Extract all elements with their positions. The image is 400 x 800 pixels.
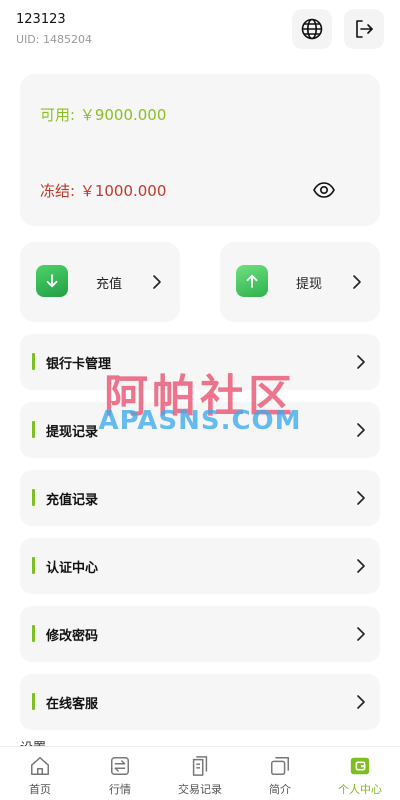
- profile-page: 123123 UID: 1485204 可用: ￥9000.000 冻结: ￥1…: [0, 0, 400, 800]
- menu-accent-bar: [32, 625, 35, 642]
- eye-icon[interactable]: [312, 178, 336, 202]
- recharge-label: 充值: [96, 277, 123, 292]
- home-icon: [31, 757, 49, 775]
- user-uid: UID: 1485204: [16, 33, 92, 46]
- wallet-icon: [350, 757, 370, 775]
- chevron-right-icon: [357, 559, 365, 573]
- nav-label: 首页: [29, 783, 51, 796]
- arrow-up-icon: [236, 265, 268, 297]
- chevron-right-icon: [153, 275, 161, 289]
- nav-label: 个人中心: [338, 783, 382, 796]
- chevron-right-icon: [357, 695, 365, 709]
- nav-intro[interactable]: 简介: [240, 747, 320, 800]
- withdraw-button[interactable]: 提现: [220, 242, 380, 322]
- nav-label: 交易记录: [178, 783, 222, 796]
- chevron-right-icon: [357, 491, 365, 505]
- menu-item-verification[interactable]: 认证中心: [20, 538, 380, 594]
- frozen-balance: 冻结: ￥1000.000: [40, 182, 167, 200]
- recharge-button[interactable]: 充值: [20, 242, 180, 322]
- menu-item-recharge-records[interactable]: 充值记录: [20, 470, 380, 526]
- menu-item-online-support[interactable]: 在线客服: [20, 674, 380, 730]
- copy-icon: [271, 757, 289, 775]
- chevron-right-icon: [357, 627, 365, 641]
- arrow-down-icon: [36, 265, 68, 297]
- menu-accent-bar: [32, 489, 35, 506]
- document-icon: [192, 756, 208, 776]
- nav-market[interactable]: 行情: [80, 747, 160, 800]
- withdraw-label: 提现: [296, 277, 323, 292]
- menu-accent-bar: [32, 557, 35, 574]
- menu-label: 在线客服: [46, 697, 99, 712]
- swap-icon: [111, 757, 129, 775]
- menu-label: 修改密码: [46, 629, 99, 644]
- nav-label: 简介: [269, 783, 291, 796]
- logout-icon: [356, 20, 373, 38]
- bottom-nav: 首页 行情 交易记录 简介 个人中心: [0, 746, 400, 800]
- menu-label: 认证中心: [46, 561, 99, 576]
- menu-label: 充值记录: [46, 493, 99, 508]
- watermark-domain: APASNS.COM: [98, 406, 302, 436]
- nav-home[interactable]: 首页: [0, 747, 80, 800]
- nav-profile[interactable]: 个人中心: [320, 747, 400, 800]
- language-button[interactable]: [292, 9, 332, 49]
- globe-icon: [301, 18, 323, 40]
- username: 123123: [16, 12, 66, 27]
- logout-button[interactable]: [344, 9, 384, 49]
- available-balance: 可用: ￥9000.000: [40, 106, 167, 124]
- profile-header: 123123 UID: 1485204: [0, 0, 400, 60]
- nav-label: 行情: [109, 783, 131, 796]
- menu-item-change-password[interactable]: 修改密码: [20, 606, 380, 662]
- balance-card: 可用: ￥9000.000 冻结: ￥1000.000: [20, 74, 380, 226]
- nav-trade-records[interactable]: 交易记录: [160, 747, 240, 800]
- menu-accent-bar: [32, 693, 35, 710]
- chevron-right-icon: [353, 275, 361, 289]
